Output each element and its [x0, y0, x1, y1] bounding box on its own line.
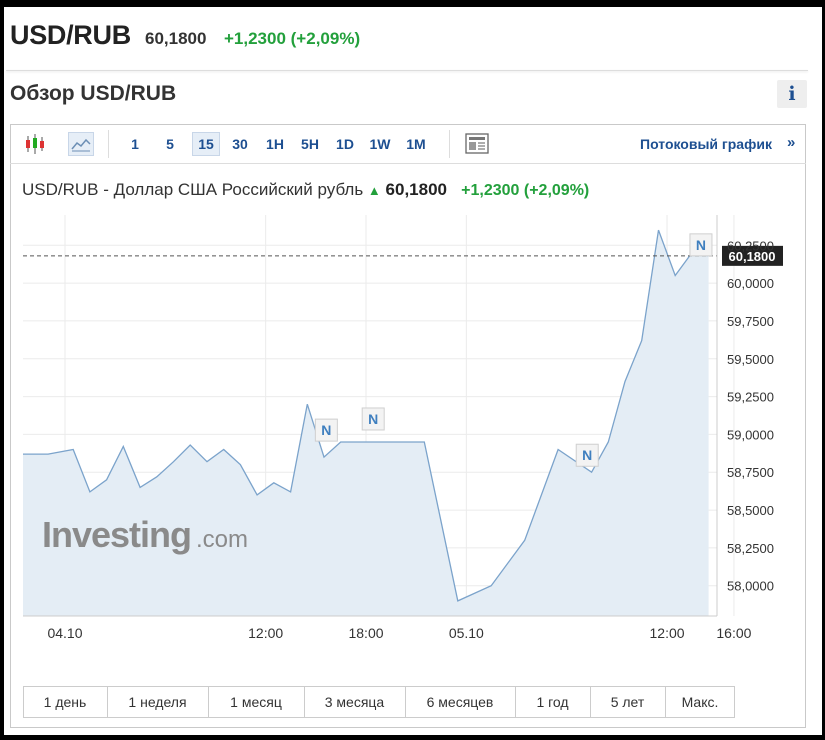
x-tick-label: 04.10	[47, 625, 82, 641]
range-1d[interactable]: 1 день	[23, 686, 107, 718]
range-1w[interactable]: 1 неделя	[107, 686, 208, 718]
range-1y[interactable]: 1 год	[515, 686, 590, 718]
x-tick-label: 16:00	[716, 625, 751, 641]
y-tick-label: 58,2500	[727, 541, 774, 556]
investing-watermark-suffix: .com	[196, 526, 248, 553]
range-5y[interactable]: 5 лет	[590, 686, 665, 718]
y-tick-label: 59,7500	[727, 314, 774, 329]
news-marker-label: N	[696, 237, 706, 253]
news-marker-label: N	[368, 411, 378, 427]
range-1m[interactable]: 1 месяц	[208, 686, 304, 718]
investing-watermark: Investing	[42, 514, 191, 555]
x-tick-label: 05.10	[449, 625, 484, 641]
y-tick-label: 58,7500	[727, 465, 774, 480]
y-tick-label: 60,0000	[727, 276, 774, 291]
y-tick-label: 58,0000	[727, 579, 774, 594]
x-tick-label: 12:00	[248, 625, 283, 641]
news-marker-label: N	[321, 422, 331, 438]
y-tick-label: 60,2500	[727, 238, 774, 253]
price-chart[interactable]: Investing .com 60,1800NNNN 58,000058,2500…	[0, 0, 825, 740]
range-3m[interactable]: 3 месяца	[304, 686, 405, 718]
y-tick-label: 59,0000	[727, 427, 774, 442]
y-tick-label: 59,5000	[727, 352, 774, 367]
news-marker-label: N	[582, 447, 592, 463]
x-tick-label: 12:00	[650, 625, 685, 641]
range-6m[interactable]: 6 месяцев	[405, 686, 515, 718]
y-tick-label: 58,5000	[727, 503, 774, 518]
range-max[interactable]: Макс.	[665, 686, 735, 718]
y-tick-label: 59,2500	[727, 390, 774, 405]
x-tick-label: 18:00	[348, 625, 383, 641]
